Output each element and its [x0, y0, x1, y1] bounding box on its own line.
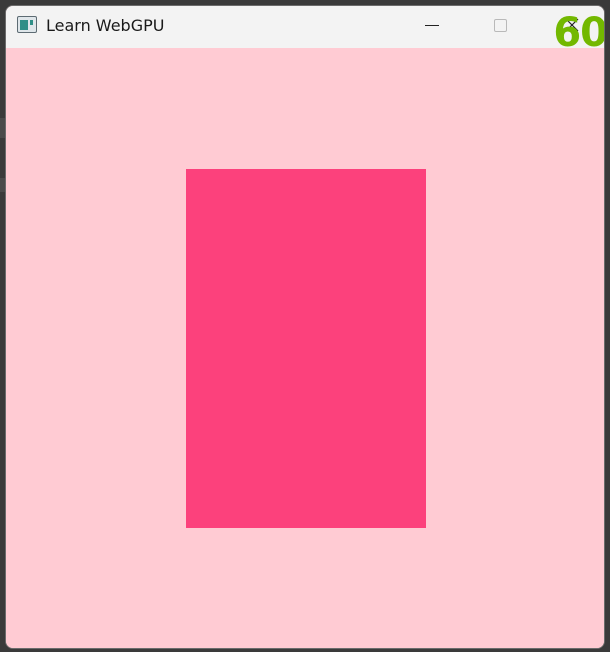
app-window: Learn WebGPU 60	[5, 5, 605, 649]
maximize-button[interactable]	[478, 6, 524, 48]
minimize-icon	[425, 25, 439, 26]
render-canvas[interactable]	[6, 48, 604, 648]
window-app-icon	[17, 16, 37, 33]
app-icon-pane	[30, 20, 33, 25]
minimize-button[interactable]	[408, 6, 454, 48]
rendered-quad	[186, 169, 426, 528]
title-bar[interactable]: Learn WebGPU 60	[6, 6, 604, 56]
window-title: Learn WebGPU	[46, 16, 165, 35]
maximize-icon	[494, 19, 507, 32]
app-icon-pane	[20, 20, 28, 30]
